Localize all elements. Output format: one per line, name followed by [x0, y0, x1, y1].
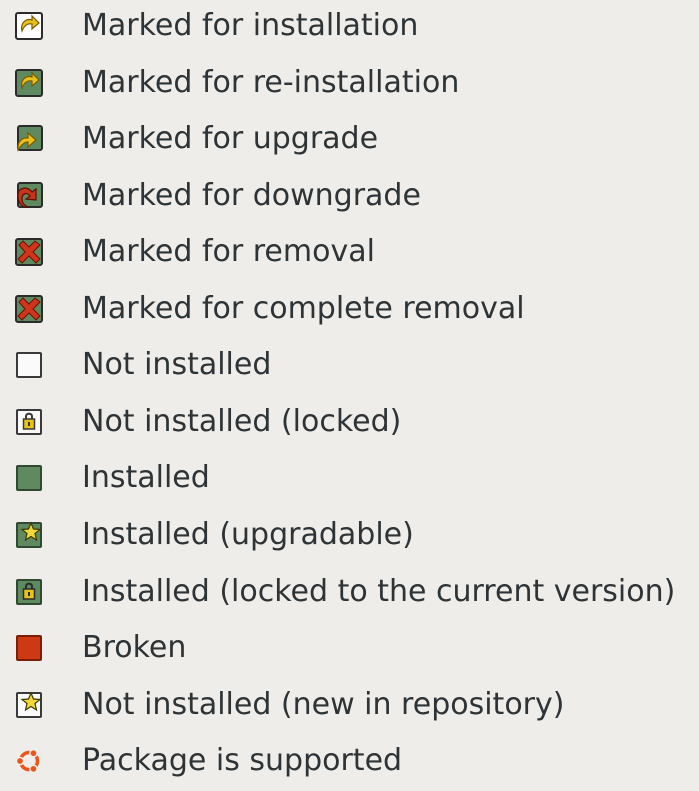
- legend-item-label: Marked for installation: [82, 8, 419, 43]
- legend-item-label: Marked for upgrade: [82, 121, 379, 156]
- installed-icon: [14, 463, 44, 493]
- downgrade-icon: [14, 181, 44, 211]
- legend-item-label: Broken: [82, 630, 187, 665]
- reinstall-icon: [14, 68, 44, 98]
- legend-item-broken: Broken: [0, 622, 699, 678]
- package-status-legend: Marked for installation Marked for re-in…: [0, 0, 699, 784]
- legend-item-label: Not installed (new in repository): [82, 687, 565, 722]
- removal-icon: [14, 237, 44, 267]
- legend-item-installed: Installed: [0, 452, 699, 508]
- legend-item-label: Marked for re-installation: [82, 65, 460, 100]
- legend-item-label: Installed (locked to the current version…: [82, 574, 676, 609]
- legend-item-install: Marked for installation: [0, 0, 699, 56]
- not-installed-icon: [14, 350, 44, 380]
- legend-item-downgrade: Marked for downgrade: [0, 170, 699, 226]
- new-in-repository-icon: [14, 690, 44, 720]
- broken-icon: [14, 633, 44, 663]
- not-installed-locked-icon: [14, 407, 44, 437]
- legend-item-label: Marked for downgrade: [82, 178, 421, 213]
- legend-item-not-installed-locked: Not installed (locked): [0, 396, 699, 452]
- legend-item-installed-upgradable: Installed (upgradable): [0, 509, 699, 565]
- upgrade-icon: [14, 124, 44, 154]
- complete-removal-icon: [14, 294, 44, 324]
- installed-locked-icon: [14, 577, 44, 607]
- legend-item-complete-removal: Marked for complete removal: [0, 283, 699, 339]
- legend-item-label: Marked for complete removal: [82, 291, 525, 326]
- legend-item-removal: Marked for removal: [0, 226, 699, 282]
- legend-item-label: Package is supported: [82, 743, 403, 778]
- legend-item-label: Installed: [82, 460, 210, 495]
- legend-item-label: Not installed (locked): [82, 404, 402, 439]
- legend-item-label: Not installed: [82, 347, 272, 382]
- legend-item-installed-locked: Installed (locked to the current version…: [0, 566, 699, 622]
- install-icon: [14, 11, 44, 41]
- legend-item-reinstall: Marked for re-installation: [0, 57, 699, 113]
- supported-icon: [14, 746, 44, 776]
- legend-item-label: Installed (upgradable): [82, 517, 414, 552]
- legend-item-supported: Package is supported: [0, 735, 699, 791]
- legend-item-not-installed: Not installed: [0, 339, 699, 395]
- legend-item-label: Marked for removal: [82, 234, 375, 269]
- legend-item-upgrade: Marked for upgrade: [0, 113, 699, 169]
- installed-upgradable-icon: [14, 520, 44, 550]
- legend-item-new-in-repository: Not installed (new in repository): [0, 679, 699, 735]
